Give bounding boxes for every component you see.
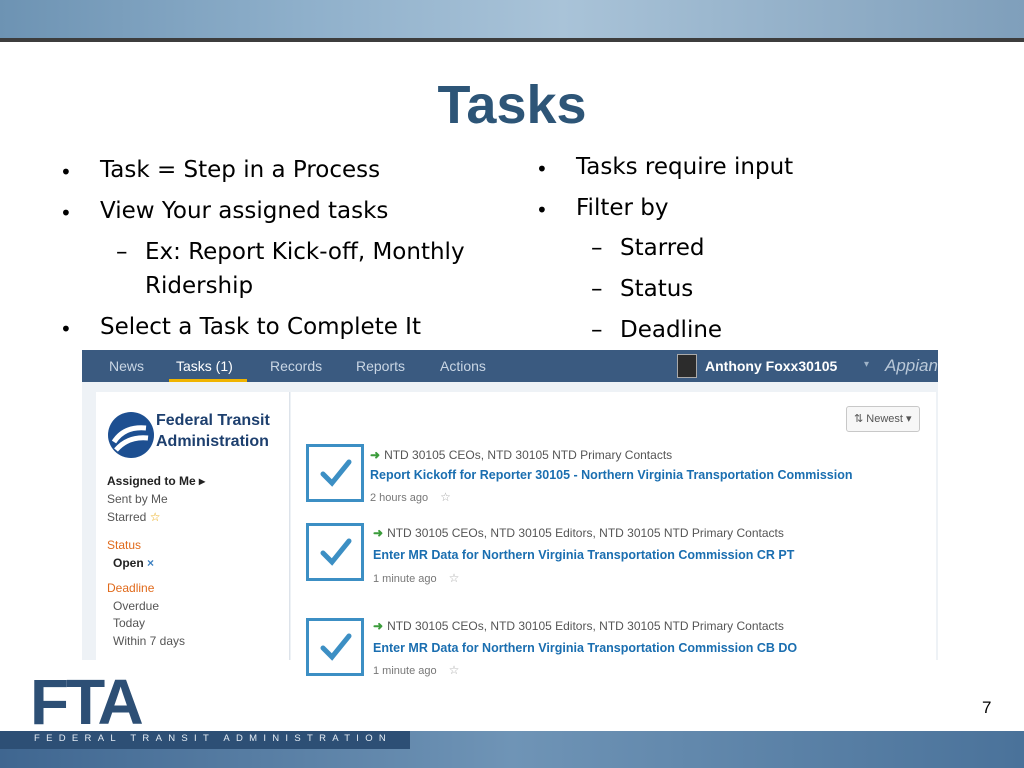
header-band xyxy=(0,0,1024,38)
bullet-filter-by: Filter by xyxy=(576,195,669,221)
filter-sent-by-me[interactable]: Sent by Me xyxy=(107,492,168,506)
filter-assigned-to-me[interactable]: Assigned to Me ▸ xyxy=(107,474,205,488)
fta-logo-icon xyxy=(108,412,154,458)
task-meta: 1 minute ago ☆ xyxy=(373,571,459,585)
task-groups: ➜ NTD 30105 CEOs, NTD 30105 Editors, NTD … xyxy=(373,526,784,540)
sub-bullet-example: Ex: Report Kick-off, Monthly xyxy=(145,239,465,265)
star-icon[interactable]: ☆ xyxy=(449,663,460,677)
arrow-right-icon: ➜ xyxy=(370,448,381,462)
deadline-today[interactable]: Today xyxy=(113,616,145,630)
sub-bullet-status: Status xyxy=(620,276,694,302)
deadline-heading: Deadline xyxy=(107,581,155,595)
page-number: 7 xyxy=(982,698,992,717)
sub-bullet-dash: – xyxy=(116,239,128,265)
status-open[interactable]: Open × xyxy=(113,556,154,570)
task-time: 2 hours ago xyxy=(370,492,429,504)
arrow-right-icon: ➜ xyxy=(373,526,384,540)
nav-actions[interactable]: Actions xyxy=(440,358,486,374)
bullet-task-definition: Task = Step in a Process xyxy=(100,157,381,183)
bullet-dot: • xyxy=(60,201,72,225)
sub-bullet-deadline: Deadline xyxy=(620,317,723,343)
task-meta: 1 minute ago ☆ xyxy=(373,663,459,677)
arrow-right-icon: ➜ xyxy=(373,619,384,633)
chevron-down-icon[interactable]: ▾ xyxy=(864,359,869,370)
task-groups-text: NTD 30105 CEOs, NTD 30105 Editors, NTD 3… xyxy=(387,526,784,540)
sub-bullet-example-cont: Ridership xyxy=(145,273,254,299)
task-check-icon[interactable] xyxy=(306,618,364,676)
user-menu[interactable]: Anthony Foxx30105 xyxy=(705,358,837,374)
deadline-overdue[interactable]: Overdue xyxy=(113,599,159,613)
task-check-icon[interactable] xyxy=(306,444,364,502)
org-name: Federal Transit Administration xyxy=(156,410,270,452)
task-check-icon[interactable] xyxy=(306,523,364,581)
bullet-dot: • xyxy=(536,157,548,181)
sub-bullet-dash: – xyxy=(591,276,603,302)
bullet-dot: • xyxy=(60,317,72,341)
org-name-line1: Federal Transit xyxy=(156,412,270,429)
star-icon[interactable]: ☆ xyxy=(440,490,451,504)
task-time: 1 minute ago xyxy=(373,665,437,677)
appian-logo: Appian xyxy=(885,356,938,375)
bullet-select-task: Select a Task to Complete It xyxy=(100,314,421,340)
app-navbar: News Tasks (1) Records Reports Actions A… xyxy=(82,350,938,382)
fta-logo: FTA xyxy=(30,666,144,738)
nav-news[interactable]: News xyxy=(109,358,144,374)
task-groups: ➜ NTD 30105 CEOs, NTD 30105 Editors, NTD … xyxy=(373,619,784,633)
header-rule xyxy=(0,38,1024,42)
task-title-link[interactable]: Enter MR Data for Northern Virginia Tran… xyxy=(373,641,797,655)
star-icon: ☆ xyxy=(149,510,161,524)
filter-starred-label: Starred xyxy=(107,510,147,524)
star-icon[interactable]: ☆ xyxy=(449,571,460,585)
task-title-link[interactable]: Enter MR Data for Northern Virginia Tran… xyxy=(373,548,794,562)
user-avatar[interactable] xyxy=(677,354,697,378)
sub-bullet-dash: – xyxy=(591,235,603,261)
task-time: 1 minute ago xyxy=(373,573,437,585)
nav-records[interactable]: Records xyxy=(270,358,322,374)
sub-bullet-starred: Starred xyxy=(620,235,705,261)
nav-reports[interactable]: Reports xyxy=(356,358,405,374)
deadline-within-7-days[interactable]: Within 7 days xyxy=(113,634,185,648)
sort-dropdown[interactable]: ⇅ Newest ▾ xyxy=(846,406,920,432)
task-groups-text: NTD 30105 CEOs, NTD 30105 Editors, NTD 3… xyxy=(387,619,784,633)
close-icon[interactable]: × xyxy=(147,556,154,570)
status-open-label: Open xyxy=(113,556,144,570)
bullet-tasks-require-input: Tasks require input xyxy=(576,154,794,180)
filter-starred[interactable]: Starred ☆ xyxy=(107,510,160,524)
bullet-dot: • xyxy=(60,160,72,184)
task-meta: 2 hours ago ☆ xyxy=(370,490,451,504)
org-name-line2: Administration xyxy=(156,433,269,450)
filter-sidebar: Federal Transit Administration Assigned … xyxy=(96,392,290,660)
nav-tasks[interactable]: Tasks (1) xyxy=(176,358,233,374)
bullet-view-tasks: View Your assigned tasks xyxy=(100,198,389,224)
status-heading: Status xyxy=(107,538,142,552)
active-tab-indicator xyxy=(169,379,247,382)
sort-icon: ⇅ xyxy=(854,413,864,425)
chevron-down-icon: ▾ xyxy=(906,413,912,425)
task-title-link[interactable]: Report Kickoff for Reporter 30105 - Nort… xyxy=(370,468,853,482)
task-groups-text: NTD 30105 CEOs, NTD 30105 NTD Primary Co… xyxy=(384,448,673,462)
app-screenshot: News Tasks (1) Records Reports Actions A… xyxy=(82,350,938,660)
agency-name: FEDERAL TRANSIT ADMINISTRATION xyxy=(34,733,393,744)
sub-bullet-dash: – xyxy=(591,317,603,343)
task-groups: ➜ NTD 30105 CEOs, NTD 30105 NTD Primary C… xyxy=(370,448,672,462)
bullet-dot: • xyxy=(536,198,548,222)
slide-title: Tasks xyxy=(437,75,587,135)
sort-label: Newest xyxy=(866,413,903,425)
